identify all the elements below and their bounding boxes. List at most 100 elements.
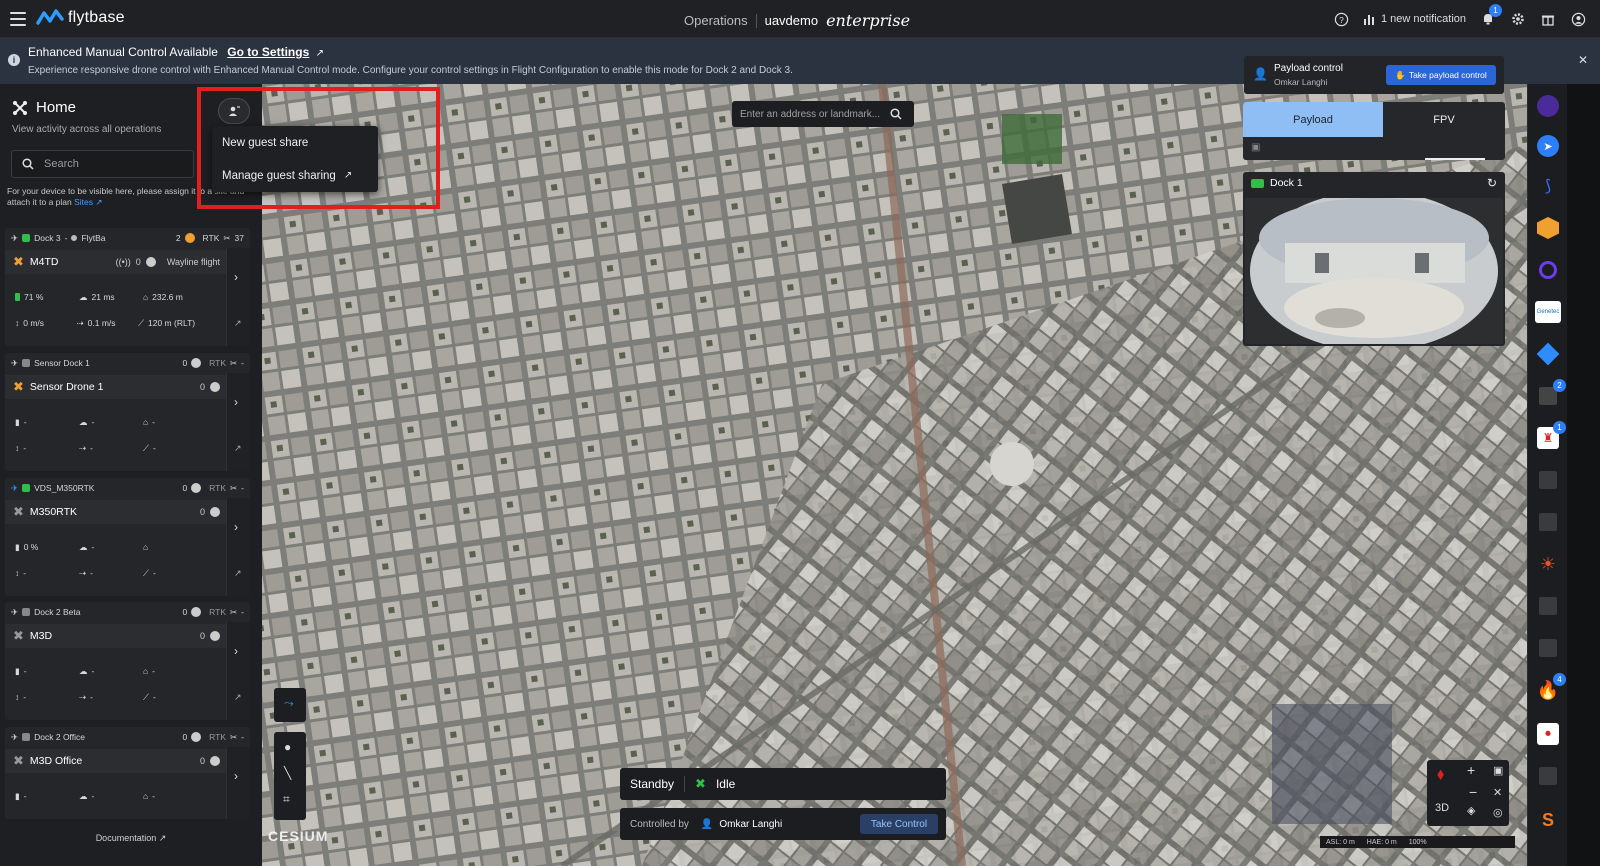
help-icon[interactable]: ?	[1333, 11, 1349, 27]
take-payload-control-button[interactable]: ✋ Take payload control	[1386, 65, 1496, 85]
locate-icon[interactable]: ◎	[1493, 806, 1503, 819]
address-search[interactable]	[732, 101, 914, 127]
layers-icon[interactable]: ◈	[1467, 804, 1475, 817]
search-icon[interactable]	[890, 108, 902, 120]
drone-icon: ✖	[13, 254, 24, 269]
dock-card[interactable]: ✈ Sensor Dock 1 0 RTK ✂ - ✖ Sensor Drone…	[5, 353, 250, 471]
operations-link[interactable]: Operations	[684, 13, 748, 28]
grid-app-icon[interactable]	[1534, 508, 1562, 536]
crop-icon[interactable]: ⌗	[283, 792, 290, 807]
banner-text: Experience responsive drone control with…	[28, 65, 793, 76]
app-badge: 2	[1553, 379, 1566, 392]
external-link-icon[interactable]: ↗	[234, 568, 242, 579]
top-right-actions: ? 1 new notification 1	[1333, 0, 1600, 38]
sites-link[interactable]: Sites	[74, 197, 93, 207]
chevron-right-icon[interactable]: ›	[234, 270, 238, 284]
profile-app-icon[interactable]	[1534, 92, 1562, 120]
send-app-icon[interactable]: ➤	[1534, 132, 1562, 160]
bar-chart-icon	[1364, 15, 1374, 25]
dock-name: VDS_M350RTK	[34, 483, 95, 493]
cube-icon[interactable]: ▣	[1493, 764, 1503, 777]
menu-icon[interactable]	[10, 12, 26, 26]
external-link-icon[interactable]: ↗	[234, 318, 242, 329]
zoom-out-icon[interactable]: −	[1469, 784, 1477, 800]
s-app-icon[interactable]: S	[1534, 806, 1562, 834]
flytbase-logo[interactable]: flytbase	[36, 9, 125, 27]
documentation-link[interactable]: Documentation ↗	[0, 826, 262, 850]
satellite-icon: ✂	[230, 357, 238, 368]
battery-icon: ▮	[15, 541, 20, 552]
chevron-right-icon[interactable]: ›	[234, 395, 238, 409]
slider-track[interactable]	[1425, 158, 1485, 160]
dock-card[interactable]: ✈ Dock 2 Office 0 RTK ✂ - ✖ M3D Office 0…	[5, 727, 250, 819]
take-control-button[interactable]: Take Control	[860, 814, 938, 834]
external-link-icon[interactable]: ↗	[234, 692, 242, 703]
alert-count: 0	[182, 358, 188, 368]
drone-count: 0	[199, 507, 205, 517]
sun-app-icon[interactable]: ☀	[1534, 550, 1562, 578]
gift-icon[interactable]	[1540, 11, 1556, 27]
expand-icon[interactable]: ✕	[1493, 786, 1502, 799]
notification-summary[interactable]: 1 new notification	[1363, 13, 1466, 25]
gear-icon[interactable]	[1510, 11, 1526, 27]
video-camera-icon	[1251, 178, 1264, 188]
ring-app-icon[interactable]	[1534, 256, 1562, 284]
drone-row[interactable]: ✖ M3D Office 0	[5, 749, 226, 773]
dock-card[interactable]: ✈ Dock 3 - FlytBa 2 RTK ✂ 37 ✖ M4TD ((•)…	[5, 228, 250, 346]
user-account-icon[interactable]	[1570, 11, 1586, 27]
bell-icon[interactable]: 1	[1480, 4, 1502, 27]
view-mode-toggle[interactable]: 3D	[1435, 802, 1449, 814]
hexagon-app-icon[interactable]	[1534, 214, 1562, 242]
satellite-count: 37	[234, 233, 244, 243]
dock-icon	[22, 234, 31, 242]
dock-card[interactable]: ✈ VDS_M350RTK 0 RTK ✂ - ✖ M350RTK 0 › ↗ …	[5, 478, 250, 596]
grid-app-icon[interactable]	[1534, 592, 1562, 620]
rtk-label: RTK	[202, 233, 220, 243]
address-input[interactable]	[740, 108, 890, 120]
compass-icon[interactable]: ⬧	[1437, 766, 1444, 784]
camera-off-icon[interactable]: ▣	[1251, 142, 1260, 153]
cesium-attribution[interactable]: CESIUM	[268, 828, 328, 844]
chevron-right-icon[interactable]: ›	[234, 769, 238, 783]
tab-payload[interactable]: Payload	[1243, 102, 1383, 137]
genetec-app-icon[interactable]: Genetec	[1534, 298, 1562, 326]
recording-app-icon[interactable]: ⏺	[1534, 720, 1562, 748]
map-layer-toggle[interactable]: ⤳	[274, 688, 306, 722]
satellite-icon	[191, 358, 202, 368]
close-icon[interactable]: ✕	[1578, 53, 1588, 67]
grid-app-icon[interactable]: 2	[1534, 379, 1566, 410]
pin-icon[interactable]: ●	[284, 740, 291, 754]
horizontal-speed-icon: ⇢	[79, 691, 87, 702]
dock-card[interactable]: ✈ Dock 2 Beta 0 RTK ✂ - ✖ M3D 0 › ↗ ▮ - ☁…	[5, 602, 250, 720]
tab-fpv[interactable]: FPV	[1383, 102, 1505, 137]
grid-app-icon[interactable]	[1534, 466, 1562, 494]
drone-icon: ✖	[13, 753, 24, 768]
alarm-app-icon[interactable]: ♜ 1	[1534, 421, 1566, 452]
chevron-right-icon[interactable]: ›	[234, 644, 238, 658]
drone-row[interactable]: ✖ M350RTK 0	[5, 500, 226, 524]
diamond-app-icon[interactable]	[1534, 340, 1562, 368]
external-link-icon[interactable]: ↗	[234, 443, 242, 454]
search-input[interactable]	[44, 158, 184, 170]
signal-app-icon[interactable]: ⟆	[1534, 172, 1562, 200]
banner-title: Enhanced Manual Control Available	[28, 45, 218, 59]
grid-app-icon[interactable]	[1534, 762, 1562, 790]
camera-video[interactable]	[1245, 191, 1503, 346]
drone-row[interactable]: ✖ Sensor Drone 1 0	[5, 375, 226, 399]
chevron-right-icon[interactable]: ›	[234, 520, 238, 534]
fire-app-icon[interactable]: 🔥 4	[1534, 673, 1566, 704]
zoom-in-icon[interactable]: +	[1467, 762, 1475, 778]
refresh-icon[interactable]: ↻	[1487, 176, 1497, 190]
notification-badge: 1	[1489, 4, 1502, 17]
grid-app-icon[interactable]	[1534, 634, 1562, 662]
drone-row[interactable]: ✖ M4TD ((•)) 0 Wayline flight	[5, 250, 226, 274]
search-field[interactable]	[11, 150, 194, 178]
home-distance-value: 232.6 m	[152, 292, 183, 302]
home-icon: ⌂	[143, 666, 149, 676]
org-name[interactable]: uavdemo	[765, 13, 818, 28]
go-to-settings-link[interactable]: Go to Settings	[227, 45, 309, 59]
alert-icon	[184, 233, 195, 243]
line-icon[interactable]: ╲	[284, 766, 291, 780]
drone-row[interactable]: ✖ M3D 0	[5, 624, 226, 648]
svg-text:?: ?	[1339, 14, 1344, 24]
